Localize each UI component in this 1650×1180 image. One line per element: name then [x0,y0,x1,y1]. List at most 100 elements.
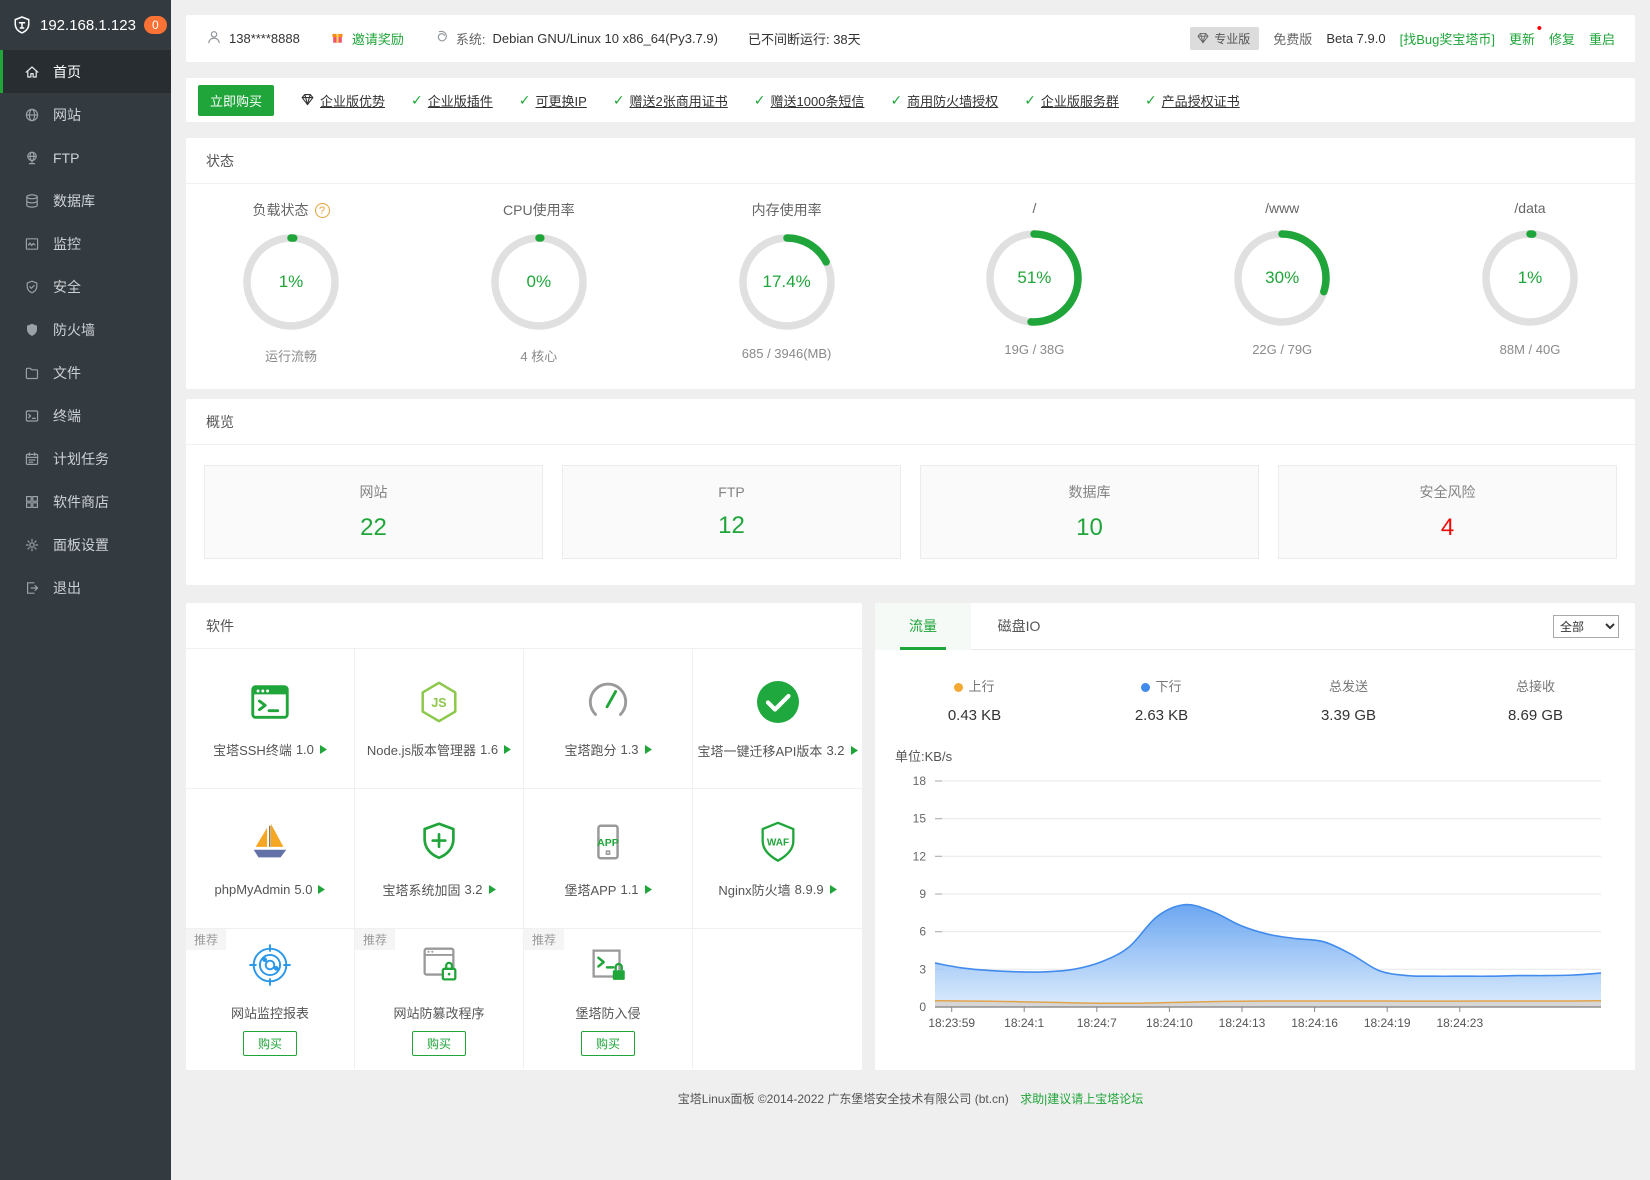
play-icon [644,884,652,894]
sidebar-item-logout[interactable]: 退出 [0,566,171,609]
software-title: 软件 [186,603,862,649]
overview-card-sites[interactable]: 网站 22 [204,465,543,559]
feature-link[interactable]: ✓ 赠送1000条短信 [754,91,865,110]
software-item-monitor-report[interactable]: 推荐 网站监控报表 购买 [186,929,355,1069]
play-icon [319,744,327,754]
sidebar-item-monitor[interactable]: 监控 [0,222,171,265]
sidebar-item-terminal[interactable]: 终端 [0,394,171,437]
update-notice-dot: • [1536,20,1542,37]
stat-downstream: 下行 2.63 KB [1134,679,1189,724]
feature-link[interactable]: ✓ 可更换IP [519,91,587,110]
sidebar-item-appstore[interactable]: 软件商店 [0,480,171,523]
gauge-disk-data: /data 1% 88M / 40G [1455,200,1605,365]
pro-badge-label: 专业版 [1214,32,1251,46]
ssh-terminal-icon [247,679,293,728]
home-icon [23,63,40,80]
check-icon: ✓ [612,91,625,108]
overview-card-database[interactable]: 数据库 10 [920,465,1259,559]
tab-traffic[interactable]: 流量 [875,602,971,650]
software-item-nodejs[interactable]: JS Node.js版本管理器 1.6 [355,649,524,789]
folder-icon [23,364,40,381]
feature-link[interactable]: ✓ 企业版插件 [411,91,493,110]
svg-text:18:24:13: 18:24:13 [1219,1016,1266,1030]
update-link[interactable]: 更新 • [1509,21,1542,48]
bug-bounty-link[interactable]: [找Bug奖宝塔币] [1400,29,1495,48]
overview-card-security-risk[interactable]: 安全风险 4 [1278,465,1617,559]
sidebar-item-settings[interactable]: 面板设置 [0,523,171,566]
status-gauges: 负载状态? 1% 运行流畅 CPU使用率 0% 4 核心 内存使用率 17.4%… [186,184,1635,389]
play-icon [644,744,652,754]
pro-version-badge[interactable]: 专业版 [1190,27,1260,50]
repair-link[interactable]: 修复 [1549,29,1575,48]
software-item-bt-app[interactable]: APP 堡塔APP 1.1 [524,789,693,929]
sidebar-item-firewall[interactable]: 防火墙 [0,308,171,351]
svg-text:0: 0 [919,1000,926,1014]
check-icon: ✓ [1024,91,1036,108]
svg-text:JS: JS [431,695,446,709]
enterprise-advantage-link[interactable]: 企业版优势 [300,91,385,110]
buy-now-button[interactable]: 立即购买 [198,84,275,116]
sidebar-item-label: FTP [53,149,80,166]
footer-forum-link[interactable]: 求助|建议请上宝塔论坛 [1020,1092,1143,1106]
sidebar-item-label: 网站 [53,106,81,123]
gauge-cpu: CPU使用率 0% 4 核心 [464,200,614,365]
waf-shield-icon: WAF [755,819,801,868]
feature-link[interactable]: ✓ 企业版服务群 [1024,91,1119,110]
shield-check-icon [23,278,40,295]
buy-button[interactable]: 购买 [580,1031,635,1056]
software-item-phpmyadmin[interactable]: phpMyAdmin 5.0 [186,789,355,929]
overview-section: 概览 网站 22 FTP 12 数据库 10 安全风险 4 [186,399,1635,585]
sidebar-item-home[interactable]: 首页 [0,50,171,93]
user-icon [206,29,222,48]
help-icon[interactable]: ? [314,202,330,218]
software-item-tamper-proof[interactable]: 推荐 网站防篡改程序 购买 [355,929,524,1069]
invite-reward-link[interactable]: 邀请奖励 [330,29,404,48]
calendar-icon [23,450,40,467]
sidebar-item-security[interactable]: 安全 [0,265,171,308]
sidebar-item-cron[interactable]: 计划任务 [0,437,171,480]
svg-text:18:24:1: 18:24:1 [1004,1016,1044,1030]
traffic-filter-select[interactable]: 全部 [1553,615,1619,638]
feature-link[interactable]: ✓ 赠送2张商用证书 [613,91,728,110]
software-item-migrate-api[interactable]: 宝塔一键迁移API版本 3.2 [693,649,862,789]
gift-icon [330,30,345,48]
check-icon: ✓ [1144,91,1157,108]
feature-link[interactable]: ✓ 产品授权证书 [1145,91,1240,110]
software-section: 软件 宝塔SSH终端 1.0 JS Node.js版本管理器 1.6 宝塔跑分 1.3… [186,603,862,1070]
software-item-nginx-waf[interactable]: WAF Nginx防火墙 8.9.9 [693,789,862,929]
buy-button[interactable]: 购买 [411,1031,466,1056]
sidebar-item-files[interactable]: 文件 [0,351,171,394]
sidebar: 192.168.1.123 0 首页 网站 FTP 数据库 监控 安全 防火墙 … [0,0,171,1180]
server-ip: 192.168.1.123 [40,16,136,34]
sidebar-item-ftp[interactable]: FTP [0,136,171,179]
software-item-system-hardening[interactable]: 宝塔系统加固 3.2 [355,789,524,929]
feature-link[interactable]: ✓ 商用防火墙授权 [890,91,998,110]
shield-plus-icon [416,819,462,868]
overview-card-ftp[interactable]: FTP 12 [562,465,901,559]
phone-app-icon: APP [585,819,631,868]
footer-copyright: 宝塔Linux面板 ©2014-2022 广东堡塔安全技术有限公司 (bt.cn… [677,1092,1009,1106]
traffic-chart-area: 单位:KB/s 0 3 6 9 12 15 18 18:23:59 18:24:1 18:24:7… [875,728,1635,1038]
svg-text:6: 6 [919,925,926,939]
tab-disk-io[interactable]: 磁盘IO [971,603,1067,650]
message-count-badge[interactable]: 0 [143,16,167,34]
debian-icon [434,30,449,48]
software-item-intrusion[interactable]: 推荐 堡塔防入侵 购买 [524,929,693,1069]
restart-link[interactable]: 重启 [1589,29,1615,48]
buy-button[interactable]: 购买 [242,1031,297,1056]
svg-text:WAF: WAF [766,837,788,848]
play-icon [503,744,512,754]
svg-text:18:24:10: 18:24:10 [1146,1016,1193,1030]
svg-text:18: 18 [913,774,927,788]
sidebar-item-website[interactable]: 网站 [0,93,171,136]
firewall-shield-icon [23,321,40,338]
software-item-ssh-terminal[interactable]: 宝塔SSH终端 1.0 [186,649,355,789]
software-item-benchmark[interactable]: 宝塔跑分 1.3 [524,649,693,789]
software-cell-empty [693,929,862,1069]
user-account[interactable]: 138****8888 [206,29,300,48]
sidebar-item-label: 监控 [53,235,81,252]
sidebar-item-database[interactable]: 数据库 [0,179,171,222]
svg-text:18:24:16: 18:24:16 [1291,1016,1338,1030]
terminal-icon [23,407,40,424]
play-icon [488,884,496,894]
